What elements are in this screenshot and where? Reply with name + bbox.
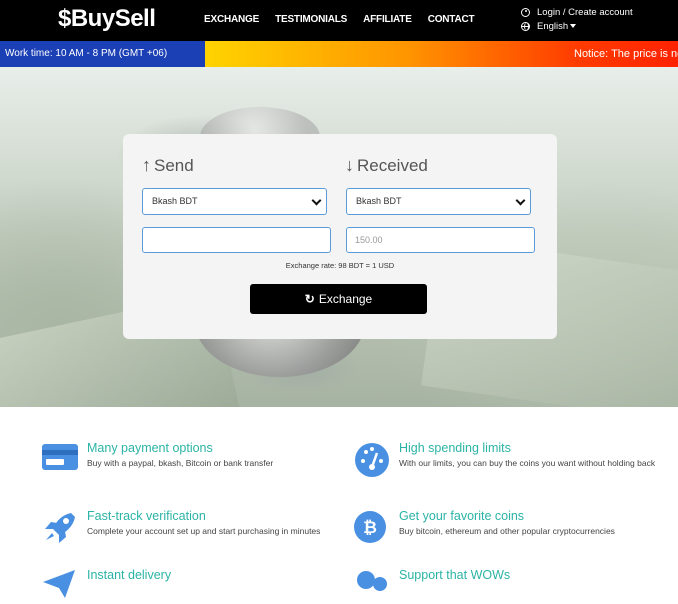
arrow-up-icon: ↑ — [142, 155, 151, 175]
chevron-down-icon — [515, 195, 526, 206]
received-title: Received — [357, 155, 428, 175]
gears-icon — [357, 571, 387, 591]
received-heading: ↓ Received — [345, 155, 428, 176]
feature-title: Get your favorite coins — [399, 509, 525, 523]
chevron-down-icon — [311, 195, 322, 206]
send-method-value: Bkash BDT — [152, 196, 198, 206]
site-header: $BuySell EXCHANGE TESTIMONIALS AFFILIATE… — [0, 0, 678, 41]
account-menu: Login / Create account English — [521, 5, 633, 33]
paper-plane-icon — [43, 570, 75, 598]
main-nav: EXCHANGE TESTIMONIALS AFFILIATE CONTACT — [204, 14, 490, 25]
feature-title: Instant delivery — [87, 568, 172, 582]
nav-testimonials[interactable]: TESTIMONIALS — [275, 14, 347, 25]
feature-title: Support that WOWs — [399, 568, 511, 582]
send-method-select[interactable]: Bkash BDT — [142, 188, 327, 215]
credit-card-icon — [42, 444, 78, 470]
site-logo[interactable]: $BuySell — [58, 5, 156, 33]
nav-exchange[interactable]: EXCHANGE — [204, 14, 259, 25]
rocket-icon — [45, 513, 75, 543]
arrow-down-icon: ↓ — [345, 155, 354, 175]
speedometer-icon — [355, 443, 389, 477]
feature-title: High spending limits — [399, 441, 511, 455]
received-amount-input[interactable]: 150.00 — [346, 227, 535, 253]
feature-title: Fast-track verification — [87, 509, 206, 523]
svg-text:₿: ₿ — [363, 518, 377, 538]
received-method-select[interactable]: Bkash BDT — [346, 188, 531, 215]
sync-icon: ↻ — [304, 292, 315, 306]
language-selector[interactable]: English — [521, 19, 633, 33]
feature-title: Many payment options — [87, 441, 213, 455]
feature-desc: Complete your account set up and start p… — [87, 526, 321, 536]
login-link[interactable]: Login / Create account — [521, 5, 633, 19]
exchange-button[interactable]: ↻ Exchange — [250, 284, 427, 314]
send-heading: ↑ Send — [142, 155, 194, 176]
nav-affiliate[interactable]: AFFILIATE — [363, 14, 412, 25]
feature-desc: Buy with a paypal, bkash, Bitcoin or ban… — [87, 458, 274, 468]
send-amount-input[interactable] — [142, 227, 331, 253]
notice-marquee: Notice: The price is no — [574, 48, 678, 60]
exchange-card: ↑ Send ↓ Received Bkash BDT Bkash BDT 15… — [123, 134, 557, 339]
nav-contact[interactable]: CONTACT — [428, 14, 475, 25]
language-label: English — [537, 20, 569, 32]
feature-desc: With our limits, you can buy the coins y… — [399, 458, 656, 468]
work-time: Work time: 10 AM - 8 PM (GMT +06) — [0, 41, 205, 67]
exchange-rate: Exchange rate: 98 BDT = 1 USD — [285, 261, 395, 270]
caret-down-icon — [570, 24, 577, 28]
globe-icon — [521, 21, 530, 31]
bitcoin-icon: ₿ — [354, 511, 386, 543]
received-method-value: Bkash BDT — [356, 196, 402, 206]
login-label: Login / Create account — [537, 6, 633, 18]
exchange-button-label: Exchange — [318, 292, 373, 306]
info-bar: Work time: 10 AM - 8 PM (GMT +06) Notice… — [0, 41, 678, 67]
send-title: Send — [154, 155, 194, 175]
user-icon — [521, 7, 530, 17]
feature-desc: Buy bitcoin, ethereum and other popular … — [399, 526, 615, 536]
